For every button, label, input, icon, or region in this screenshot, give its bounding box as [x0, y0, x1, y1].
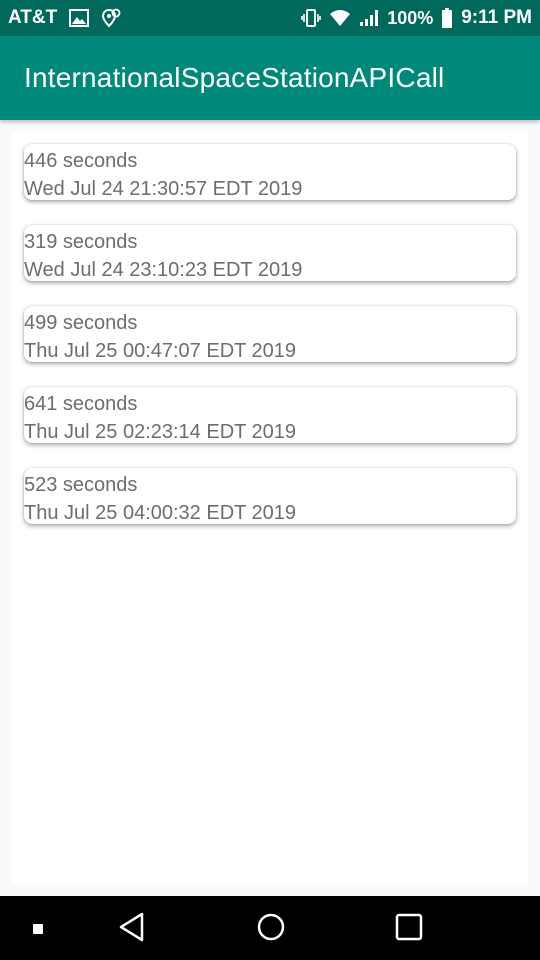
- overview-icon[interactable]: [395, 912, 423, 947]
- status-bar: AT&T 100% 9:11 PM: [0, 0, 540, 36]
- app-bar: InternationalSpaceStationAPICall: [0, 36, 540, 120]
- location-settings-icon: [101, 8, 121, 28]
- wifi-icon: [329, 9, 351, 27]
- list-item[interactable]: 319 seconds Wed Jul 24 23:10:23 EDT 2019: [24, 225, 516, 281]
- list-item[interactable]: 641 seconds Thu Jul 25 02:23:14 EDT 2019: [24, 387, 516, 443]
- carrier-label: AT&T: [8, 7, 58, 28]
- home-icon[interactable]: [256, 912, 286, 947]
- battery-percent: 100%: [387, 7, 434, 28]
- pass-datetime: Wed Jul 24 23:10:23 EDT 2019: [24, 259, 303, 281]
- app-title: InternationalSpaceStationAPICall: [24, 62, 445, 93]
- list-item[interactable]: 499 seconds Thu Jul 25 00:47:07 EDT 2019: [24, 306, 516, 362]
- pass-datetime: Thu Jul 25 00:47:07 EDT 2019: [24, 340, 297, 362]
- pass-datetime: Thu Jul 25 02:23:14 EDT 2019: [24, 421, 297, 443]
- pass-duration: 446 seconds: [24, 150, 138, 172]
- battery-icon: [441, 8, 453, 28]
- vibrate-icon: [301, 9, 321, 27]
- content-area: 446 seconds Wed Jul 24 21:30:57 EDT 2019…: [12, 132, 528, 884]
- list-item[interactable]: 446 seconds Wed Jul 24 21:30:57 EDT 2019: [24, 144, 516, 200]
- pass-duration: 499 seconds: [24, 312, 138, 334]
- pass-datetime: Thu Jul 25 04:00:32 EDT 2019: [24, 502, 297, 524]
- signal-icon: [359, 9, 379, 27]
- pass-datetime: Wed Jul 24 21:30:57 EDT 2019: [24, 178, 303, 200]
- pass-list[interactable]: 446 seconds Wed Jul 24 21:30:57 EDT 2019…: [24, 144, 516, 549]
- image-icon: [69, 9, 90, 27]
- navigation-bar: [0, 896, 540, 960]
- clock: 9:11 PM: [461, 7, 532, 28]
- pass-duration: 641 seconds: [24, 393, 138, 415]
- list-item[interactable]: 523 seconds Thu Jul 25 04:00:32 EDT 2019: [24, 468, 516, 524]
- recents-dot-icon[interactable]: [32, 922, 44, 940]
- pass-duration: 319 seconds: [24, 231, 138, 253]
- pass-duration: 523 seconds: [24, 474, 138, 496]
- back-icon[interactable]: [118, 912, 146, 947]
